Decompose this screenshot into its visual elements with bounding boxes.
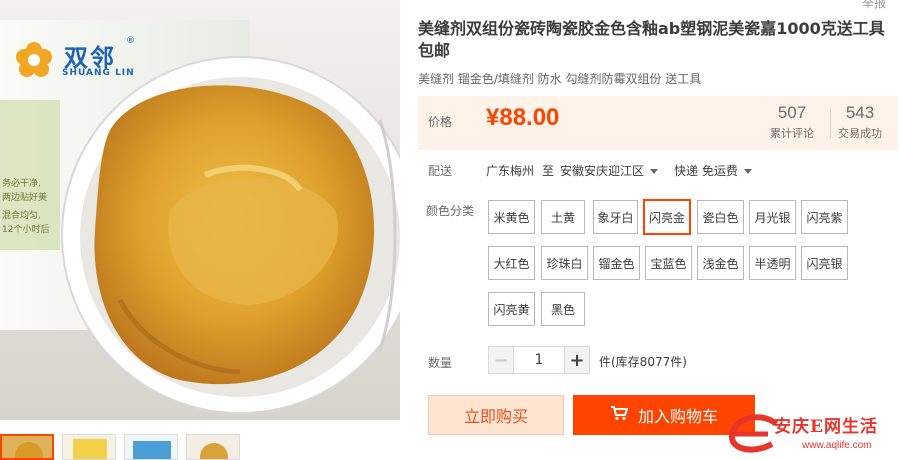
add-to-cart-label: 加入购物车 <box>637 407 718 426</box>
shipping-method-select[interactable]: 快递 免运费 <box>674 162 752 179</box>
quantity-label: 数量 <box>428 356 453 370</box>
color-option[interactable]: 象牙白 <box>593 200 638 234</box>
caret-down-icon <box>743 169 752 174</box>
transaction-count-label: 交易成功 <box>838 127 882 140</box>
color-option[interactable]: 闪亮银 <box>801 246 848 280</box>
quantity-increase-button[interactable]: + <box>564 346 590 374</box>
shipping-origin: 广东梅州 <box>486 164 535 178</box>
watermark-url: www.aqlife.com <box>802 440 872 451</box>
shipping-destination-select[interactable]: 安徽安庆迎江区 <box>560 162 659 179</box>
svg-text:混合均匀,: 混合均匀, <box>2 209 41 221</box>
color-option[interactable]: 米黄色 <box>488 200 535 234</box>
price-label: 价格 <box>428 115 453 129</box>
color-option[interactable]: 宝蓝色 <box>645 246 692 280</box>
quantity-input[interactable]: 1 <box>514 346 564 374</box>
price-value: ¥88.00 <box>486 104 560 131</box>
review-count-stat[interactable]: 507 累计评论 <box>770 103 814 141</box>
color-option[interactable]: 黑色 <box>541 292 585 326</box>
svg-text:务必干净,: 务必干净, <box>2 177 41 189</box>
quantity-decrease-button[interactable]: − <box>488 346 514 374</box>
color-option[interactable]: 土黄 <box>541 200 585 234</box>
registered-mark: ® <box>126 36 135 46</box>
product-subtitle: 美缝剂 镏金色/填缝剂 防水 勾缝剂防霉双组份 送工具 <box>418 72 702 86</box>
stock-info: 件(库存8077件) <box>599 355 687 369</box>
brand-logo: 双邻 ® SHUANG LIN <box>12 36 142 86</box>
thumbnail-1[interactable] <box>0 434 54 460</box>
svg-text:12个小时后: 12个小时后 <box>2 223 49 235</box>
color-option[interactable]: 瓷白色 <box>697 200 744 234</box>
shipping-label: 配送 <box>428 164 453 178</box>
svg-text:两边贴好美: 两边贴好美 <box>2 191 47 203</box>
product-info-panel: 举报 美缝剂双组份瓷砖陶瓷胶金色含釉ab塑钢泥美瓷嘉1000克送工具包邮 美缝剂… <box>418 0 900 460</box>
buy-now-button[interactable]: 立即购买 <box>428 395 564 435</box>
report-link[interactable]: 举报 <box>862 0 886 11</box>
transactions-stat[interactable]: 543 交易成功 <box>838 103 882 141</box>
transaction-count: 543 <box>845 103 875 122</box>
site-watermark: 安庆E网生活 www.aqlife.com <box>724 408 900 460</box>
color-option[interactable]: 镏金色 <box>593 246 640 280</box>
shipping-to: 至 <box>542 164 555 178</box>
review-count-label: 累计评论 <box>770 127 814 140</box>
color-option[interactable]: 浅金色 <box>697 246 744 280</box>
stat-divider <box>830 108 831 138</box>
caret-down-icon <box>650 169 659 174</box>
thumbnail-4[interactable] <box>186 434 240 460</box>
main-product-image[interactable]: 务必干净, 两边贴好美 混合均匀, 12个小时后 双邻 ® SHUANG LIN <box>0 0 400 420</box>
flower-logo-icon <box>16 42 52 77</box>
product-title: 美缝剂双组份瓷砖陶瓷胶金色含釉ab塑钢泥美瓷嘉1000克送工具包邮 <box>418 19 885 60</box>
watermark-text: 安庆E网生活 <box>774 417 878 437</box>
shipping-destination: 安徽安庆迎江区 <box>560 164 645 178</box>
color-option[interactable]: 闪亮黄 <box>488 292 535 326</box>
cart-icon <box>610 405 629 425</box>
color-option-selected[interactable]: 闪亮金 <box>643 199 691 235</box>
price-panel: 价格 ¥88.00 507 累计评论 543 交易成功 <box>418 96 898 150</box>
shipping-method: 快递 免运费 <box>674 164 738 178</box>
color-option[interactable]: 珍珠白 <box>541 246 588 280</box>
thumbnail-strip <box>0 434 400 460</box>
color-option[interactable]: 月光银 <box>749 200 796 234</box>
color-option[interactable]: 大红色 <box>488 246 535 280</box>
brand-name-en: SHUANG LIN <box>62 68 135 78</box>
color-label: 颜色分类 <box>426 204 475 218</box>
color-option[interactable]: 闪亮紫 <box>801 200 848 234</box>
review-count: 507 <box>777 103 807 122</box>
color-option[interactable]: 半透明 <box>749 246 796 280</box>
product-gallery: 务必干净, 两边贴好美 混合均匀, 12个小时后 双邻 ® SHUANG LIN <box>0 0 400 460</box>
thumbnail-3[interactable] <box>124 434 178 460</box>
thumbnail-2[interactable] <box>62 434 116 460</box>
